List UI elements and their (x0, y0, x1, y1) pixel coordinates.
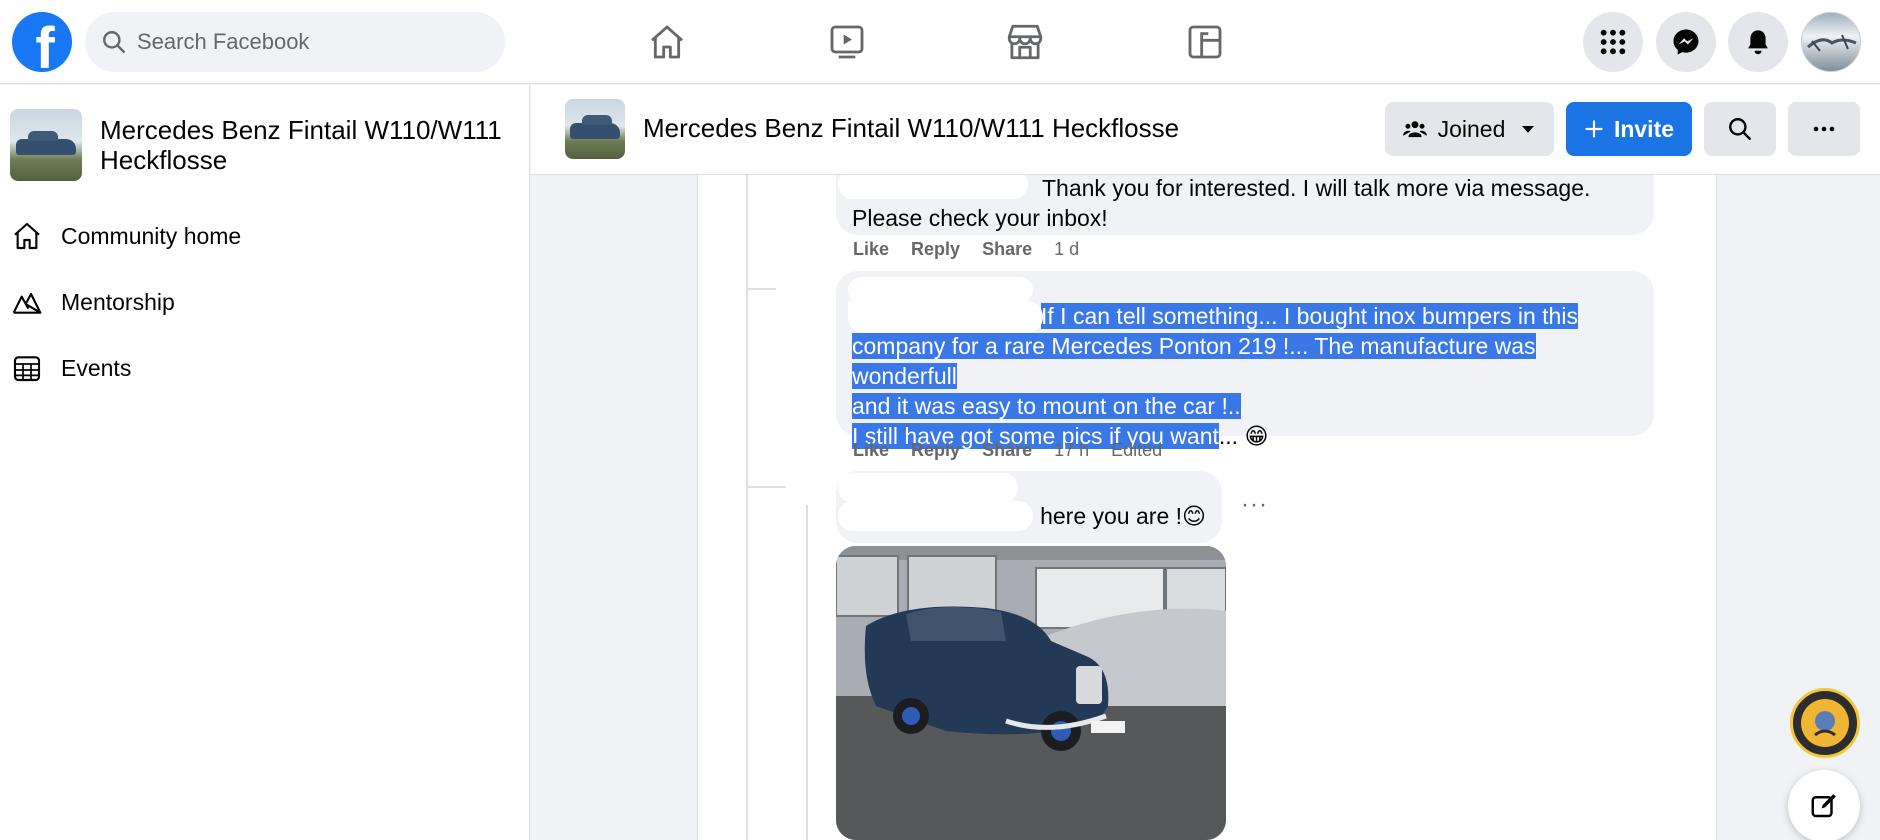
redacted-name (848, 301, 1043, 333)
top-navigation-bar: f (0, 0, 1880, 84)
notifications-icon[interactable] (1728, 12, 1788, 72)
sidebar-item-mentorship[interactable]: Mentorship (10, 278, 175, 326)
group-title[interactable]: Mercedes Benz Fintail W110/W111 Heckflos… (643, 113, 1179, 144)
joined-label: Joined (1437, 115, 1506, 142)
thread-line (806, 505, 808, 840)
new-message-button[interactable] (1788, 770, 1860, 840)
compose-icon (1811, 794, 1836, 818)
comment-text: If I can tell something... I bought inox… (1041, 303, 1578, 329)
account-avatar[interactable] (1801, 12, 1861, 72)
reply-link[interactable]: Reply (911, 440, 960, 461)
search-box[interactable] (85, 12, 505, 72)
thread-line (746, 290, 748, 488)
home-icon (10, 219, 44, 253)
share-link[interactable]: Share (982, 239, 1032, 260)
edited-label[interactable]: Edited (1111, 440, 1162, 461)
more-icon (1813, 126, 1835, 132)
calendar-icon (10, 351, 44, 385)
search-icon (1729, 118, 1751, 140)
messenger-icon[interactable] (1656, 12, 1716, 72)
comment-time[interactable]: 17 h (1054, 440, 1089, 461)
search-input[interactable] (137, 29, 457, 55)
group-thumbnail[interactable] (565, 99, 625, 159)
more-options-button[interactable] (1788, 102, 1860, 156)
sidebar-group-header[interactable]: Mercedes Benz Fintail W110/W111 Heckflos… (10, 109, 520, 181)
comment-more-options[interactable]: ··· (1241, 491, 1268, 519)
search-icon (103, 31, 125, 53)
thread-line (746, 488, 748, 840)
sidebar-item-community-home[interactable]: Community home (10, 212, 241, 260)
thread-line (746, 288, 776, 290)
thread-line (746, 486, 786, 488)
comment-text: ... 😁 (1218, 423, 1269, 449)
sidebar-group-name: Mercedes Benz Fintail W110/W111 Heckflos… (100, 115, 502, 175)
like-link[interactable]: Like (853, 440, 889, 461)
comment-text: here you are !😊 (1040, 503, 1206, 529)
marketplace-icon[interactable] (1003, 20, 1047, 64)
invite-label: Invite (1613, 115, 1675, 142)
share-link[interactable]: Share (982, 440, 1032, 461)
comment-time[interactable]: 1 d (1054, 239, 1079, 260)
group-search-button[interactable] (1704, 102, 1776, 156)
home-icon[interactable] (645, 20, 689, 64)
thread-line (746, 175, 748, 290)
group-thumbnail (10, 109, 82, 181)
group-header-bar: Mercedes Benz Fintail W110/W111 Heckflos… (531, 85, 1880, 175)
redacted-name (838, 473, 1018, 503)
gaming-icon[interactable] (1183, 20, 1227, 64)
profile-badge-avatar[interactable] (1790, 688, 1860, 758)
comment-actions: Like Reply Share 1 d (853, 239, 1079, 260)
comment-text: and it was easy to mount on the car !.. (852, 393, 1241, 419)
redacted-name (838, 175, 1028, 199)
redacted-name (838, 501, 1033, 531)
watch-icon[interactable] (825, 20, 869, 64)
comment-text: company for a rare Mercedes Ponton 219 !… (852, 333, 1536, 389)
sidebar-item-label: Mentorship (61, 288, 175, 315)
left-sidebar: Mercedes Benz Fintail W110/W111 Heckflos… (0, 85, 530, 840)
members-icon (1402, 121, 1427, 138)
comment-actions: Like Reply Share 17 h Edited (853, 440, 1162, 461)
sidebar-item-events[interactable]: Events (10, 344, 131, 392)
invite-button[interactable]: Invite (1566, 102, 1692, 156)
reply-link[interactable]: Reply (911, 239, 960, 260)
facebook-logo[interactable]: f (12, 12, 72, 72)
like-link[interactable]: Like (853, 239, 889, 260)
sidebar-item-label: Community home (61, 222, 242, 249)
caret-down-icon (1522, 126, 1535, 133)
plus-icon (1585, 120, 1603, 138)
comment-photo[interactable] (836, 546, 1226, 840)
redacted-name (848, 277, 1033, 303)
joined-button[interactable]: Joined (1385, 102, 1554, 156)
menu-grid-icon[interactable] (1583, 12, 1643, 72)
comment-text: Please check your inbox! (852, 205, 1108, 231)
mentorship-icon (10, 285, 44, 319)
comments-feed: Thank you for interested. I will talk mo… (697, 175, 1717, 840)
sidebar-item-label: Events (61, 354, 132, 381)
